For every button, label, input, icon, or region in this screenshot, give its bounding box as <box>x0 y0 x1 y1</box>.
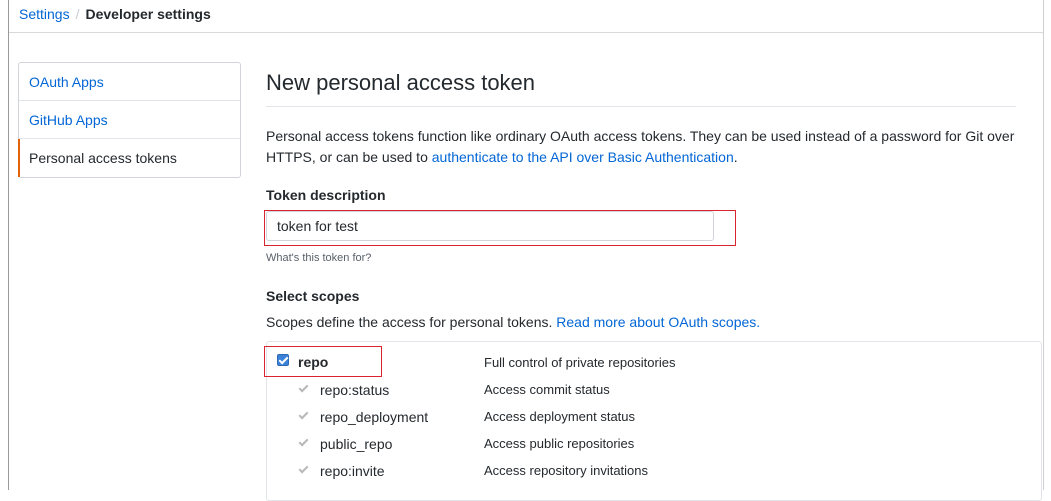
select-scopes-label: Select scopes <box>266 288 360 304</box>
breadcrumb-settings-link[interactable]: Settings <box>19 6 70 22</box>
sidebar-item-personal-access-tokens[interactable]: Personal access tokens <box>18 139 240 177</box>
scope-repo-deployment-checkbox[interactable] <box>297 409 309 421</box>
scope-repo-status-name: repo:status <box>320 382 390 398</box>
scope-public-repo-checkbox[interactable] <box>297 436 309 448</box>
scope-repo-deployment-description: Access deployment status <box>484 409 636 424</box>
basic-auth-link[interactable]: authenticate to the API over Basic Authe… <box>432 149 734 165</box>
scope-repo-invite-name: repo:invite <box>320 463 385 479</box>
sidebar-item-oauth-apps[interactable]: OAuth Apps <box>19 63 240 101</box>
scope-public-repo-description: Access public repositories <box>484 436 635 451</box>
scope-public-repo-name: public_repo <box>320 436 393 452</box>
breadcrumb-bar: Settings / Developer settings <box>9 0 1043 33</box>
breadcrumb: Settings / Developer settings <box>19 6 211 22</box>
window-border-right <box>1043 0 1044 490</box>
scopes-description: Scopes define the access for personal to… <box>266 313 760 331</box>
intro-end: . <box>733 149 738 165</box>
scope-repo-status-checkbox[interactable] <box>297 382 309 394</box>
token-description-input[interactable] <box>266 211 714 241</box>
oauth-scopes-link[interactable]: Read more about OAuth scopes. <box>556 314 760 330</box>
breadcrumb-separator: / <box>75 6 80 22</box>
page-title: New personal access token <box>266 70 536 95</box>
developer-settings-sidebar: OAuth Apps GitHub Apps Personal access t… <box>18 62 241 178</box>
scope-repo-description: Full control of private repositories <box>484 355 676 370</box>
scope-repo-checkbox[interactable] <box>277 354 289 366</box>
breadcrumb-current: Developer settings <box>85 6 211 22</box>
sidebar-item-github-apps[interactable]: GitHub Apps <box>19 101 240 139</box>
window-border-left <box>8 0 9 490</box>
scope-repo-name: repo <box>298 354 329 370</box>
scope-repo-status-description: Access commit status <box>484 382 610 397</box>
scope-repo-invite-description: Access repository invitations <box>484 463 649 478</box>
intro-paragraph: Personal access tokens function like ord… <box>266 126 1036 168</box>
token-description-label: Token description <box>266 187 386 203</box>
scopes-description-text: Scopes define the access for personal to… <box>266 314 557 330</box>
token-description-hint: What's this token for? <box>266 252 372 264</box>
title-divider <box>266 106 1016 107</box>
scope-repo-deployment-name: repo_deployment <box>320 409 429 425</box>
scope-repo-invite-checkbox[interactable] <box>297 463 309 475</box>
